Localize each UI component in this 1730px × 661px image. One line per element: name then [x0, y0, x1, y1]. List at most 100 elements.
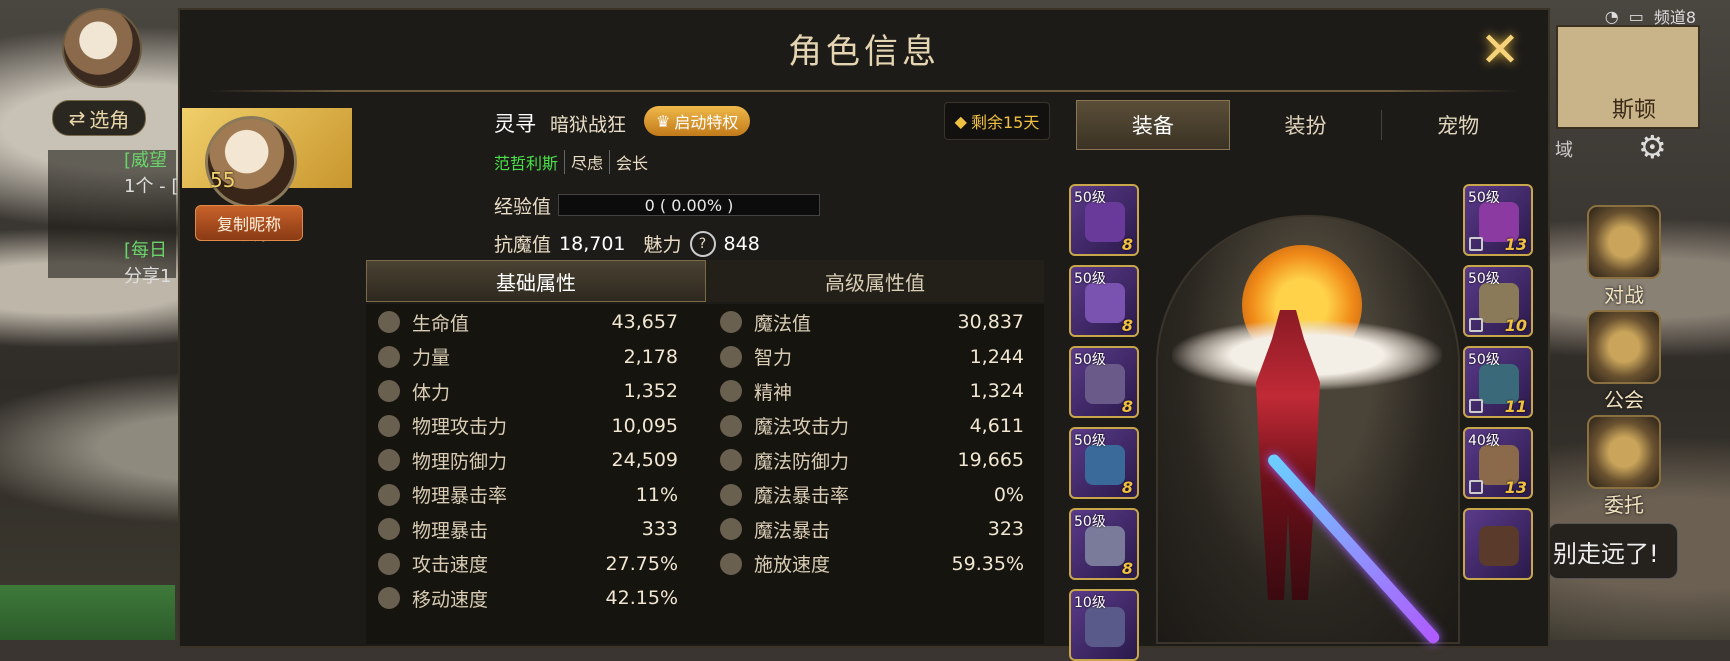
item-enhance-level: 10 — [1504, 316, 1527, 335]
attribute-name: 移动速度 — [412, 588, 489, 611]
guild-crest-icon — [1587, 310, 1661, 384]
equipment-slot-right[interactable]: 50级 13 — [1463, 184, 1533, 256]
attribute-value: 333 — [641, 518, 678, 540]
equipment-slot-left[interactable]: 50级 8 — [1069, 346, 1139, 418]
item-level: 50级 — [1074, 352, 1106, 368]
help-icon[interactable]: ? — [689, 230, 716, 257]
equipment-slot-left[interactable]: 50级 8 — [1069, 265, 1139, 337]
character-class: 暗狱战狂 — [550, 114, 627, 136]
equipment-slot-right[interactable]: 50级 11 — [1463, 346, 1533, 418]
attribute-row-right: 精神 1,324 — [720, 375, 1024, 407]
item-enhance-level: 8 — [1121, 478, 1133, 497]
attribute-row-right: 魔法暴击 323 — [720, 513, 1024, 545]
wifi-icon: ◔ — [1604, 6, 1619, 26]
attribute-row-left: 力量 2,178 — [378, 341, 678, 373]
switch-role-button[interactable]: ⇄ 选角 — [52, 100, 146, 136]
activate-privilege-button[interactable]: ♛ 启动特权 — [644, 106, 751, 136]
lock-icon — [1469, 237, 1483, 251]
battle-button[interactable]: 对战 — [1582, 205, 1666, 308]
attribute-name: 体力 — [412, 381, 451, 404]
resist-value: 18,701 — [559, 232, 626, 255]
crosshair-icon — [378, 518, 400, 540]
guild-name[interactable]: 范哲利斯 — [494, 150, 564, 174]
level-badge: 55 — [210, 168, 236, 192]
tab-appearance[interactable]: 装扮 — [1230, 100, 1382, 150]
equipment-slot-right[interactable] — [1463, 508, 1533, 580]
target-icon — [720, 518, 742, 540]
resist-charm-line: 抗魔值 18,701 魅力 ? 848 — [494, 230, 760, 257]
equipment-slot-right[interactable]: 50级 10 — [1463, 265, 1533, 337]
attribute-name: 精神 — [754, 381, 793, 404]
equipment-slot-left[interactable]: 50级 8 — [1069, 184, 1139, 256]
guild-info: 范哲利斯 尽虑 会长 — [494, 150, 654, 174]
equipment-slot-left[interactable]: 50级 8 — [1069, 427, 1139, 499]
commission-label: 委托 — [1604, 493, 1644, 517]
attribute-row-right: 施放速度 59.35% — [720, 548, 1024, 580]
item-level: 50级 — [1074, 271, 1106, 287]
player-avatar[interactable] — [62, 8, 142, 88]
equipment-item-icon — [1085, 526, 1125, 566]
attribute-name: 物理防御力 — [412, 450, 508, 473]
equipment-tabs: 装备 装扮 宠物 — [1076, 100, 1534, 150]
tab-equipment[interactable]: 装备 — [1076, 100, 1230, 150]
gear-icon[interactable]: ⚙ — [1638, 128, 1667, 166]
commission-button[interactable]: 委托 — [1582, 415, 1666, 518]
attribute-value: 1,352 — [623, 380, 678, 402]
attribute-name: 施放速度 — [754, 554, 831, 576]
equipment-slot-left[interactable]: 50级 8 — [1069, 508, 1139, 580]
attribute-name: 生命值 — [412, 312, 470, 335]
cast-icon — [720, 552, 742, 575]
area-label: 域 — [1555, 140, 1573, 161]
orb-icon — [720, 380, 742, 402]
equipment-slot-right[interactable]: 40级 13 — [1463, 427, 1533, 499]
item-level: 50级 — [1074, 433, 1106, 449]
crosshair-icon — [378, 483, 400, 506]
guild-label: 公会 — [1604, 388, 1644, 412]
item-level: 50级 — [1074, 190, 1106, 206]
attribute-value: 323 — [987, 518, 1024, 540]
crown-icon: ♛ — [656, 111, 671, 131]
sparkle-icon — [720, 345, 742, 368]
tab-advanced-attributes[interactable]: 高级属性值 — [706, 260, 1044, 302]
title-divider — [208, 90, 1520, 92]
equipment-item-icon — [1479, 526, 1519, 566]
remaining-days-badge: ◆ 剩余15天 — [944, 102, 1050, 140]
attribute-row-right: 魔法值 30,837 — [720, 306, 1024, 338]
close-icon[interactable]: ✕ — [1470, 20, 1530, 80]
character-name: 灵寻 — [494, 112, 536, 136]
lock-icon — [1469, 318, 1483, 332]
quest-line-4: 分享1 — [124, 266, 172, 287]
shield-icon — [378, 449, 400, 471]
tab-pet[interactable]: 宠物 — [1382, 100, 1534, 150]
copy-nickname-button[interactable]: 复制昵称 — [195, 205, 303, 241]
attribute-name: 物理暴击率 — [412, 485, 508, 507]
attribute-value: 1,324 — [969, 380, 1024, 402]
guild-button[interactable]: 公会 — [1582, 310, 1666, 413]
lock-icon — [1469, 480, 1483, 494]
attribute-tabs: 基础属性 高级属性值 — [366, 260, 1044, 302]
attribute-value: 4,611 — [969, 414, 1024, 437]
attribute-value: 1,244 — [969, 345, 1024, 368]
body-icon — [378, 380, 400, 402]
boot-icon — [378, 587, 400, 609]
equipment-slot-left[interactable]: 10级 — [1069, 589, 1139, 661]
heart-outline-icon — [720, 311, 742, 333]
attribute-value: 59.35% — [951, 552, 1024, 575]
notice-board-icon — [1587, 415, 1661, 489]
grass-ground — [0, 585, 175, 640]
attribute-panel: 生命值 43,657 力量 2,178 体力 1,352 物理攻击力 10,095 物理防御力 2… — [366, 304, 1044, 644]
quest-line-1[interactable]: [威望 — [124, 146, 167, 172]
sword-icon — [378, 414, 400, 437]
attribute-value: 43,657 — [611, 311, 678, 333]
diamond-icon: ◆ — [954, 111, 967, 131]
resist-label: 抗魔值 — [494, 234, 552, 256]
attribute-row-right: 魔法暴击率 0% — [720, 479, 1024, 511]
tab-basic-attributes[interactable]: 基础属性 — [366, 260, 706, 302]
quest-line-3[interactable]: [每日 — [124, 236, 167, 262]
magic-burst-icon — [720, 414, 742, 437]
guild-tag: 尽虑 — [564, 150, 609, 174]
attribute-row-left: 物理暴击率 11% — [378, 479, 678, 511]
exp-label: 经验值 — [494, 196, 552, 218]
switch-role-label: 选角 — [89, 107, 130, 132]
attribute-row-left: 体力 1,352 — [378, 375, 678, 407]
